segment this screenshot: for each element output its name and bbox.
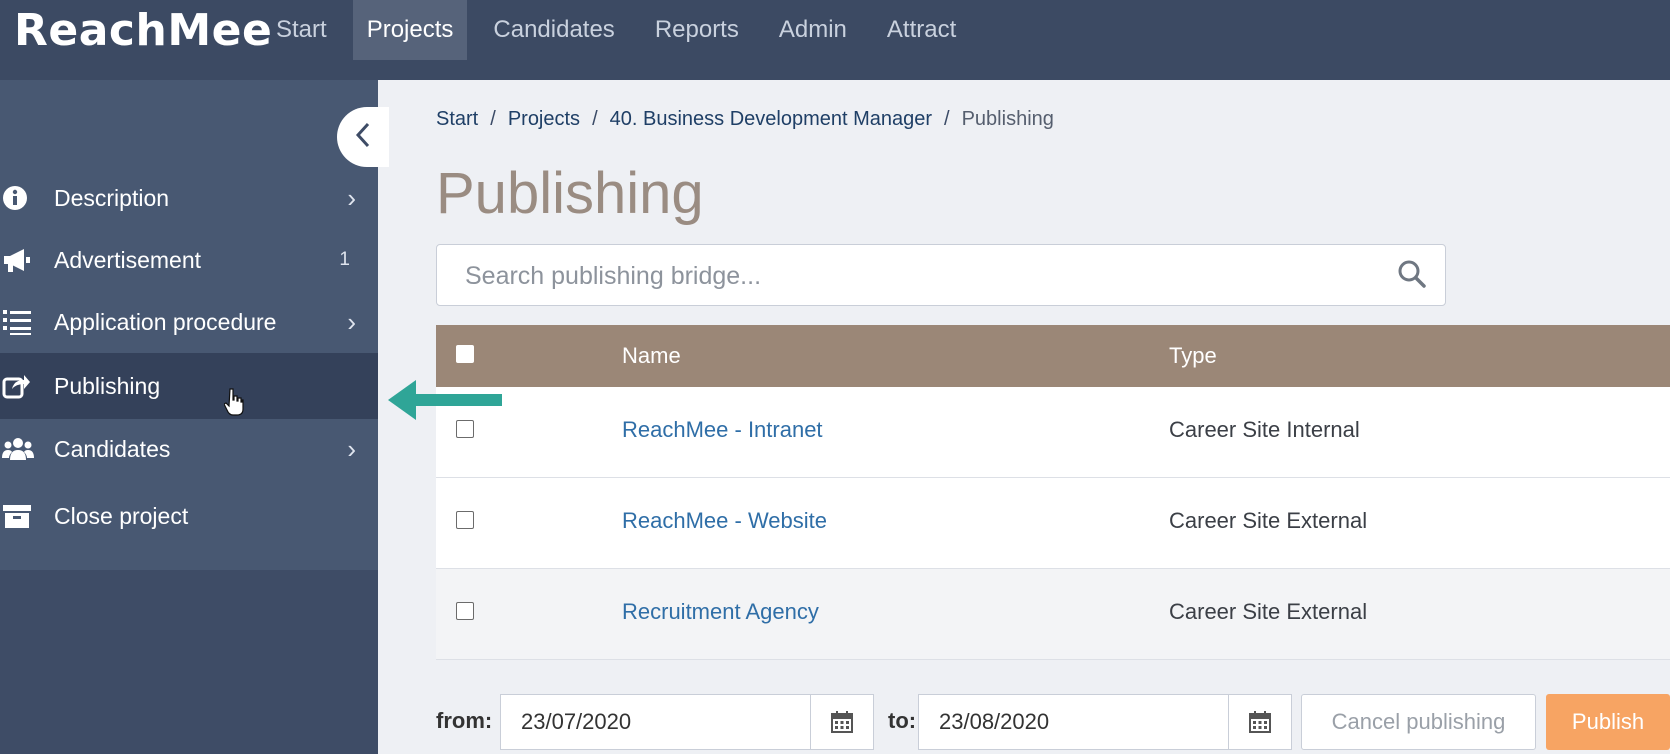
- brand-logo[interactable]: ReachMee: [14, 5, 272, 56]
- advertisement-count-badge: 1: [339, 249, 350, 270]
- sidebar-item-application-procedure[interactable]: Application procedure ›: [0, 289, 378, 355]
- to-label: to:: [888, 708, 917, 733]
- share-icon: [2, 373, 38, 399]
- nav-projects[interactable]: Projects: [352, 0, 468, 60]
- calendar-icon[interactable]: [1228, 695, 1291, 749]
- table-header: Name Type: [436, 325, 1670, 387]
- search-icon[interactable]: [1397, 259, 1427, 294]
- breadcrumb-separator: /: [592, 108, 598, 130]
- search-input[interactable]: [463, 257, 1367, 295]
- breadcrumb-projects[interactable]: Projects: [508, 108, 580, 131]
- table-row: Recruitment Agency Career Site External: [436, 569, 1670, 660]
- main-content: Start / Projects / 40. Business Developm…: [378, 80, 1670, 754]
- nav-attract[interactable]: Attract: [873, 0, 970, 60]
- sidebar-item-label: Close project: [54, 502, 189, 529]
- breadcrumb-current: Publishing: [961, 108, 1054, 130]
- from-label: from:: [436, 708, 493, 733]
- sidebar-item-label: Advertisement: [54, 246, 202, 273]
- archive-icon: [2, 503, 38, 529]
- sidebar-item-label: Description: [54, 184, 170, 211]
- cancel-publishing-button[interactable]: Cancel publishing: [1301, 694, 1536, 750]
- nav-start[interactable]: Start: [262, 0, 341, 60]
- table-row: ReachMee - Website Career Site External: [436, 478, 1670, 569]
- chevron-left-icon: [354, 119, 372, 156]
- calendar-icon[interactable]: [810, 695, 873, 749]
- page-title: Publishing: [436, 161, 704, 226]
- row-checkbox[interactable]: [456, 602, 474, 620]
- info-icon: [2, 185, 38, 211]
- breadcrumb-separator: /: [490, 108, 496, 130]
- sidebar-menu: Description › Advertisement 1 Applicatio…: [0, 80, 378, 570]
- chevron-right-icon: ›: [347, 433, 356, 464]
- nav-admin[interactable]: Admin: [765, 0, 861, 60]
- breadcrumb-project[interactable]: 40. Business Development Manager: [610, 108, 932, 131]
- column-header-name[interactable]: Name: [622, 343, 681, 369]
- sidebar-item-advertisement[interactable]: Advertisement 1: [0, 227, 378, 293]
- from-date-field[interactable]: 23/07/2020: [500, 694, 874, 750]
- to-date-value: 23/08/2020: [939, 709, 1050, 734]
- collapse-sidebar-button[interactable]: [337, 107, 389, 167]
- publishing-bridge-table: Name Type ReachMee - Intranet Career Sit…: [436, 325, 1670, 660]
- breadcrumb-separator: /: [944, 108, 950, 130]
- sidebar-item-candidates[interactable]: Candidates ›: [0, 416, 378, 482]
- nav-reports[interactable]: Reports: [641, 0, 753, 60]
- hand-cursor-icon: [223, 388, 244, 421]
- sidebar-item-label: Application procedure: [54, 308, 277, 335]
- publishing-date-range: from: 23/07/2020 to: 23/08/2020 Cancel p…: [436, 694, 1670, 750]
- search-box: [436, 244, 1446, 306]
- numbered-list-icon: [2, 308, 38, 336]
- arrow-left-icon: [386, 376, 504, 429]
- sidebar-item-label: Candidates: [54, 435, 171, 462]
- column-header-type[interactable]: Type: [1169, 343, 1217, 369]
- chevron-right-icon: ›: [347, 182, 356, 213]
- breadcrumb: Start / Projects / 40. Business Developm…: [436, 108, 1054, 131]
- publish-button[interactable]: Publish: [1546, 694, 1670, 750]
- megaphone-icon: [2, 247, 38, 273]
- sidebar-item-close-project[interactable]: Close project: [0, 483, 378, 549]
- bridge-name-link[interactable]: ReachMee - Intranet: [622, 417, 823, 443]
- to-date-field[interactable]: 23/08/2020: [918, 694, 1292, 750]
- table-row: ReachMee - Intranet Career Site Internal: [436, 387, 1670, 478]
- bridge-name-link[interactable]: ReachMee - Website: [622, 508, 827, 534]
- sidebar-item-description[interactable]: Description ›: [0, 165, 378, 231]
- row-checkbox[interactable]: [456, 511, 474, 529]
- top-navigation-bar: ReachMee Start Projects Candidates Repor…: [0, 0, 1670, 80]
- sidebar-item-label: Publishing: [54, 372, 161, 399]
- bridge-name-link[interactable]: Recruitment Agency: [622, 599, 819, 625]
- chevron-right-icon: ›: [347, 306, 356, 337]
- sidebar: Description › Advertisement 1 Applicatio…: [0, 80, 378, 754]
- bridge-type: Career Site External: [1169, 508, 1368, 533]
- breadcrumb-start[interactable]: Start: [436, 108, 478, 131]
- bridge-type: Career Site Internal: [1169, 417, 1360, 442]
- from-date-value: 23/07/2020: [521, 709, 632, 734]
- top-nav: Start Projects Candidates Reports Admin …: [262, 0, 982, 62]
- bridge-type: Career Site External: [1169, 599, 1368, 624]
- nav-candidates[interactable]: Candidates: [479, 0, 628, 60]
- select-all-checkbox[interactable]: [456, 345, 474, 363]
- sidebar-item-publishing[interactable]: Publishing: [0, 353, 378, 419]
- users-icon: [2, 436, 38, 462]
